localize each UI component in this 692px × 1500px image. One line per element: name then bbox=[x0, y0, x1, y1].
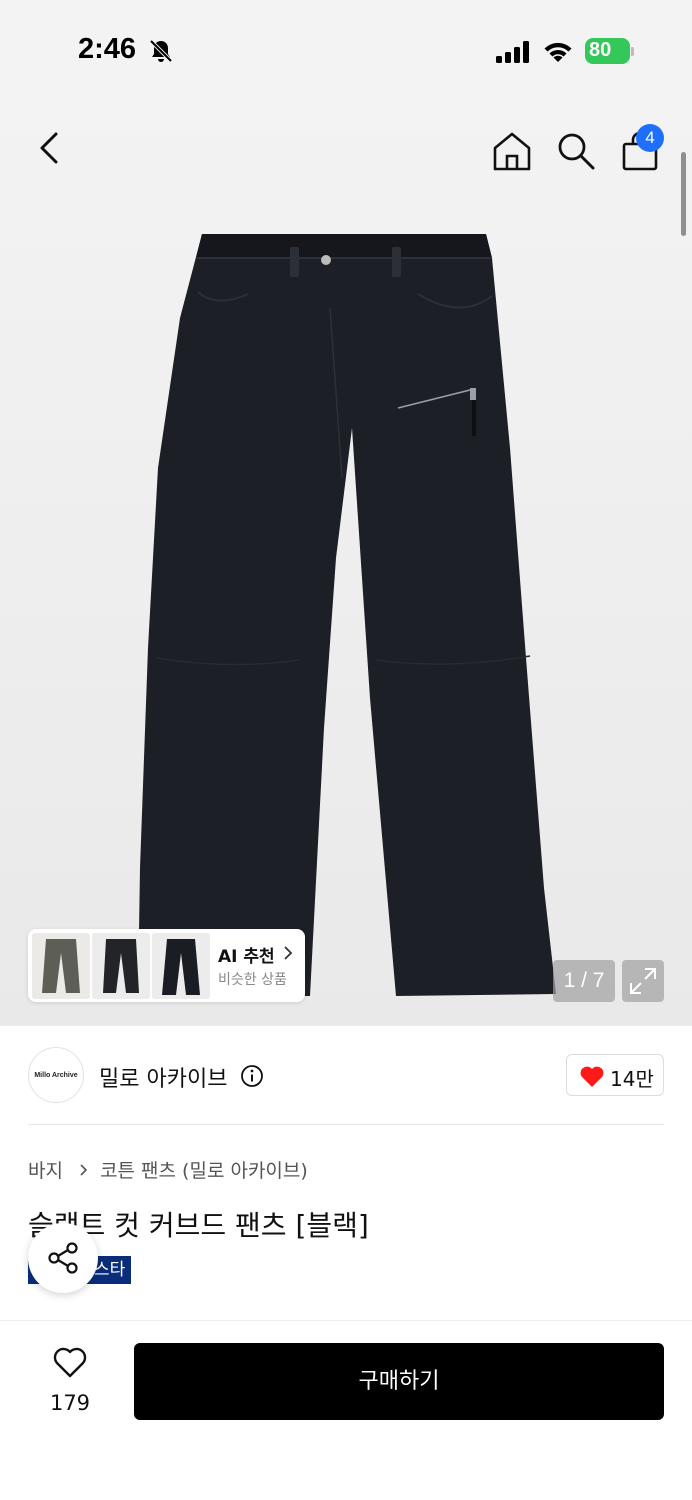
brand-like-button[interactable]: 14만 bbox=[566, 1054, 664, 1096]
info-icon[interactable] bbox=[240, 1064, 264, 1088]
breadcrumb-category[interactable]: 바지 bbox=[28, 1156, 63, 1183]
cart-count-badge: 4 bbox=[636, 124, 664, 152]
ai-card-subtitle: 비슷한 상품 bbox=[218, 972, 287, 988]
brand-like-count: 14만 bbox=[610, 1067, 654, 1091]
buy-button[interactable]: 구매하기 bbox=[134, 1343, 664, 1420]
ai-thumbnail-1[interactable] bbox=[32, 933, 90, 999]
status-bar: 2:46 80 bbox=[0, 0, 692, 100]
ai-recommendation-card[interactable]: AI 추천 비슷한 상품 bbox=[28, 929, 305, 1002]
wifi-icon bbox=[544, 42, 572, 62]
wishlist-button[interactable]: 179 bbox=[36, 1345, 104, 1425]
product-gallery[interactable]: 4 AI 추천 비슷한 상품 1 / 7 bbox=[0, 100, 692, 1026]
image-counter: 1 / 7 bbox=[553, 960, 615, 1002]
ai-card-title: AI 추천 bbox=[218, 947, 275, 967]
brand-logo[interactable]: Millo Archive bbox=[28, 1047, 84, 1103]
wishlist-count: 179 bbox=[49, 1391, 91, 1415]
expand-icon bbox=[630, 968, 656, 994]
share-icon bbox=[48, 1242, 78, 1274]
heart-outline-icon bbox=[53, 1347, 87, 1378]
battery-indicator: 80 bbox=[585, 38, 635, 64]
heart-icon bbox=[580, 1066, 604, 1087]
expand-button[interactable] bbox=[622, 960, 664, 1002]
bell-off-icon bbox=[149, 39, 173, 63]
product-image[interactable] bbox=[130, 228, 570, 1008]
breadcrumb: 바지 코튼 팬츠 (밀로 아카이브) bbox=[28, 1156, 308, 1183]
chevron-right-icon bbox=[284, 946, 293, 960]
ai-thumbnail-2[interactable] bbox=[92, 933, 150, 999]
home-icon[interactable] bbox=[490, 130, 534, 172]
signal-icon bbox=[496, 41, 529, 63]
breadcrumb-subcategory[interactable]: 코튼 팬츠 (밀로 아카이브) bbox=[100, 1156, 308, 1183]
status-time: 2:46 bbox=[78, 33, 137, 65]
divider bbox=[28, 1124, 664, 1125]
bottom-action-bar: 179 구매하기 bbox=[0, 1320, 692, 1500]
search-icon[interactable] bbox=[555, 130, 597, 172]
ai-thumbnail-3[interactable] bbox=[152, 933, 210, 999]
share-button[interactable] bbox=[28, 1223, 98, 1293]
brand-name[interactable]: 밀로 아카이브 bbox=[99, 1061, 227, 1093]
chevron-right-icon bbox=[80, 1164, 88, 1176]
scroll-indicator bbox=[681, 152, 686, 236]
back-icon[interactable] bbox=[32, 128, 68, 168]
